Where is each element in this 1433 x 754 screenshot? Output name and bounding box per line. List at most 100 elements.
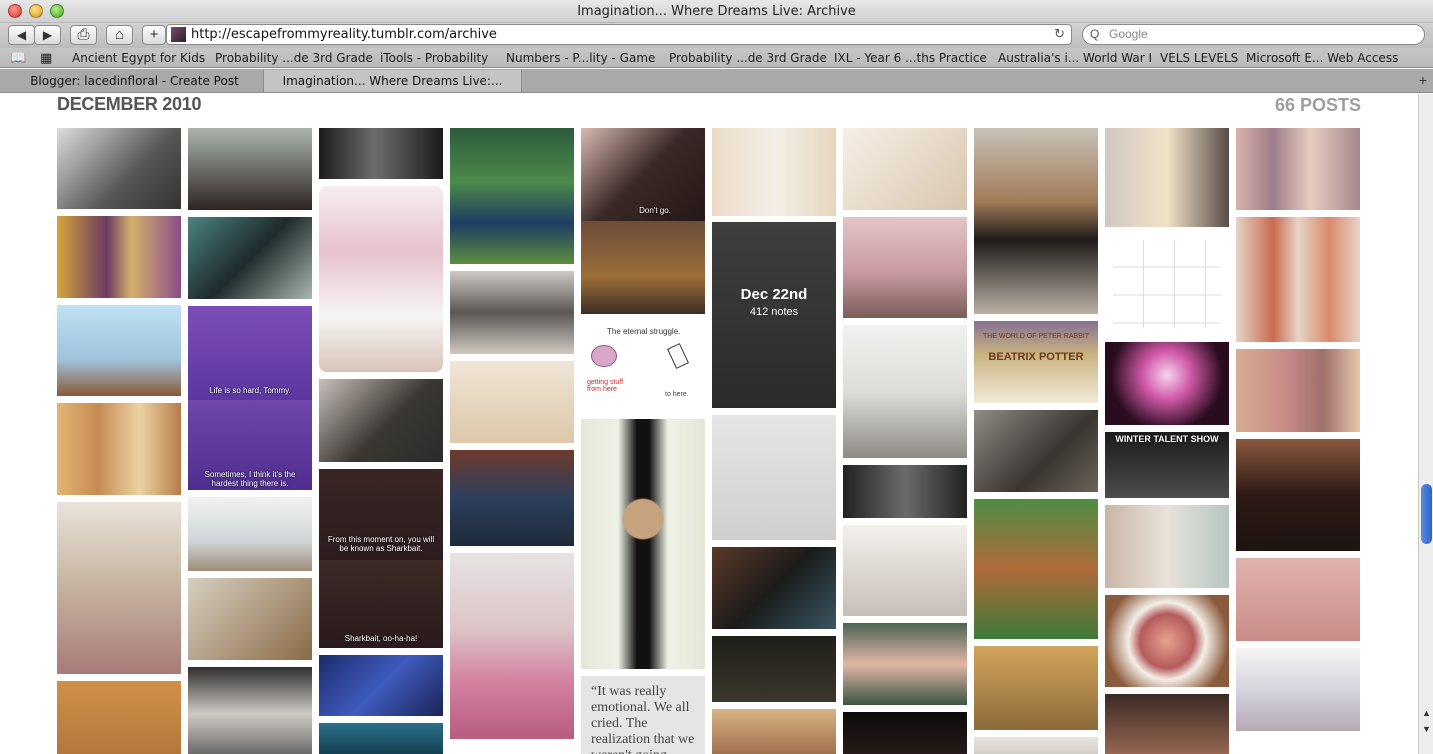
post-thumbnail[interactable] xyxy=(450,553,574,739)
post-thumbnail[interactable] xyxy=(319,723,443,754)
back-button[interactable]: ◀ xyxy=(8,25,35,45)
post-thumbnail[interactable] xyxy=(843,465,967,518)
post-thumbnail[interactable] xyxy=(1105,342,1229,425)
post-thumbnail[interactable] xyxy=(843,325,967,458)
post-thumbnail[interactable] xyxy=(843,623,967,705)
post-thumbnail[interactable] xyxy=(450,128,574,264)
post-thumbnail[interactable] xyxy=(1236,648,1360,731)
add-bookmark-button[interactable]: + xyxy=(142,25,166,45)
post-thumbnail[interactable] xyxy=(974,499,1098,639)
brain-icon xyxy=(591,345,617,367)
post-thumbnail-hover[interactable]: Dec 22nd 412 notes xyxy=(712,222,836,408)
post-thumbnail[interactable] xyxy=(450,450,574,546)
post-thumbnail[interactable]: From this moment on, you will be known a… xyxy=(319,469,443,560)
post-thumbnail[interactable] xyxy=(57,128,181,209)
bookmark-item[interactable]: VELS LEVELS xyxy=(1160,51,1238,65)
post-thumbnail[interactable] xyxy=(319,128,443,179)
post-caption: to here. xyxy=(665,391,689,398)
bookmark-item[interactable]: Probability ...de 3rd Grade xyxy=(215,51,373,65)
post-thumbnail[interactable] xyxy=(1236,439,1360,551)
post-caption: BEATRIX POTTER xyxy=(988,351,1084,363)
address-bar[interactable]: http://escapefrommyreality.tumblr.com/ar… xyxy=(166,24,1072,45)
post-thumbnail[interactable] xyxy=(450,361,574,443)
post-thumbnail[interactable]: “It was really emotional. We all cried. … xyxy=(581,676,705,754)
post-thumbnail[interactable] xyxy=(712,636,836,702)
post-thumbnail[interactable] xyxy=(843,217,967,318)
forward-button[interactable]: ▶ xyxy=(34,25,61,45)
post-thumbnail[interactable] xyxy=(188,578,312,660)
phone-icon xyxy=(667,343,689,369)
post-thumbnail[interactable] xyxy=(974,646,1098,730)
site-favicon xyxy=(171,27,186,42)
post-caption: The eternal struggle. xyxy=(607,327,681,336)
post-thumbnail[interactable] xyxy=(1105,694,1229,754)
tab-archive-active[interactable]: Imagination... Where Dreams Live:... xyxy=(264,70,522,92)
new-tab-button[interactable]: + xyxy=(1419,72,1427,88)
bookmark-item[interactable]: Probability ...de 3rd Grade xyxy=(669,51,827,65)
bookmark-item[interactable]: Ancient Egypt for Kids xyxy=(72,51,205,65)
post-thumbnail[interactable] xyxy=(712,547,836,629)
home-button[interactable]: ⌂ xyxy=(106,25,133,45)
post-thumbnail[interactable] xyxy=(57,403,181,495)
bookmark-item[interactable]: IXL - Year 6 ...ths Practice xyxy=(834,51,987,65)
post-thumbnail[interactable] xyxy=(1105,505,1229,588)
post-thumbnail[interactable] xyxy=(974,737,1098,754)
scroll-down-icon[interactable]: ▼ xyxy=(1422,724,1431,734)
post-thumbnail[interactable] xyxy=(1236,558,1360,641)
post-thumbnail[interactable] xyxy=(319,186,443,372)
reading-list-icon[interactable]: 📖 xyxy=(10,51,26,66)
post-thumbnail[interactable] xyxy=(188,497,312,571)
tab-blogger[interactable]: Blogger: lacedinfloral - Create Post xyxy=(6,70,264,92)
post-thumbnail[interactable] xyxy=(188,667,312,754)
post-thumbnail[interactable] xyxy=(57,305,181,396)
post-thumbnail[interactable]: Sharkbait, oo-ha-ha! xyxy=(319,560,443,648)
post-thumbnail[interactable] xyxy=(1236,349,1360,432)
post-thumbnail[interactable]: WINTER TALENT SHOW xyxy=(1105,432,1229,498)
post-thumbnail[interactable] xyxy=(1236,128,1360,210)
search-input[interactable]: Q Google xyxy=(1082,24,1425,45)
print-button[interactable]: ⎙ xyxy=(70,25,97,45)
post-thumbnail[interactable] xyxy=(974,410,1098,492)
post-thumbnail[interactable] xyxy=(450,271,574,354)
post-thumbnail[interactable]: Life is so hard, Tommy. xyxy=(188,306,312,400)
post-thumbnail[interactable] xyxy=(843,128,967,210)
post-thumbnail[interactable] xyxy=(712,128,836,216)
post-thumbnail[interactable]: The eternal struggle. getting stuff from… xyxy=(581,321,705,416)
search-icon: Q xyxy=(1090,27,1100,41)
post-thumbnail[interactable]: Sometimes, I think it's the hardest thin… xyxy=(188,400,312,490)
vertical-scrollbar[interactable]: ▲ ▼ xyxy=(1418,94,1433,754)
bookmark-item[interactable]: Microsoft E... Web Access xyxy=(1246,51,1398,65)
post-thumbnail[interactable] xyxy=(57,681,181,754)
post-thumbnail[interactable]: THE WORLD OF PETER RABBIT BEATRIX POTTER xyxy=(974,321,1098,403)
post-thumbnail[interactable] xyxy=(1105,234,1229,335)
bookmark-item[interactable]: Numbers - P...lity - Game xyxy=(506,51,655,65)
post-thumbnail[interactable] xyxy=(974,128,1098,314)
bookmark-item[interactable]: iTools - Probability xyxy=(380,51,488,65)
scroll-up-icon[interactable]: ▲ xyxy=(1422,708,1431,718)
post-thumbnail[interactable] xyxy=(1105,595,1229,687)
post-thumbnail[interactable] xyxy=(319,655,443,716)
post-date: Dec 22nd xyxy=(740,286,808,303)
post-caption: Sometimes, I think it's the hardest thin… xyxy=(204,470,296,488)
cat-chart-image xyxy=(1113,240,1221,328)
tab-label: Blogger: lacedinfloral - Create Post xyxy=(30,74,239,88)
post-thumbnail[interactable] xyxy=(1105,128,1229,227)
post-thumbnail[interactable] xyxy=(843,712,967,754)
bookmark-item[interactable]: Australia's i... World War I xyxy=(998,51,1152,65)
scrollbar-thumb[interactable] xyxy=(1421,484,1432,544)
post-thumbnail[interactable] xyxy=(319,379,443,462)
archive-page: DECEMBER 2010 66 POSTS Life is so hard, … xyxy=(0,94,1418,754)
reload-icon[interactable]: ↻ xyxy=(1054,25,1065,44)
post-thumbnail[interactable] xyxy=(57,216,181,298)
top-sites-grid-icon[interactable]: ▦ xyxy=(40,51,52,66)
post-thumbnail[interactable] xyxy=(188,128,312,210)
post-thumbnail[interactable] xyxy=(712,709,836,754)
post-thumbnail[interactable] xyxy=(581,221,705,314)
post-thumbnail[interactable] xyxy=(712,415,836,540)
post-thumbnail[interactable]: Don't go. xyxy=(581,128,705,221)
post-thumbnail[interactable] xyxy=(581,419,705,669)
post-thumbnail[interactable] xyxy=(57,502,181,674)
post-thumbnail[interactable] xyxy=(1236,217,1360,342)
post-thumbnail[interactable] xyxy=(843,525,967,616)
post-thumbnail[interactable] xyxy=(188,217,312,299)
